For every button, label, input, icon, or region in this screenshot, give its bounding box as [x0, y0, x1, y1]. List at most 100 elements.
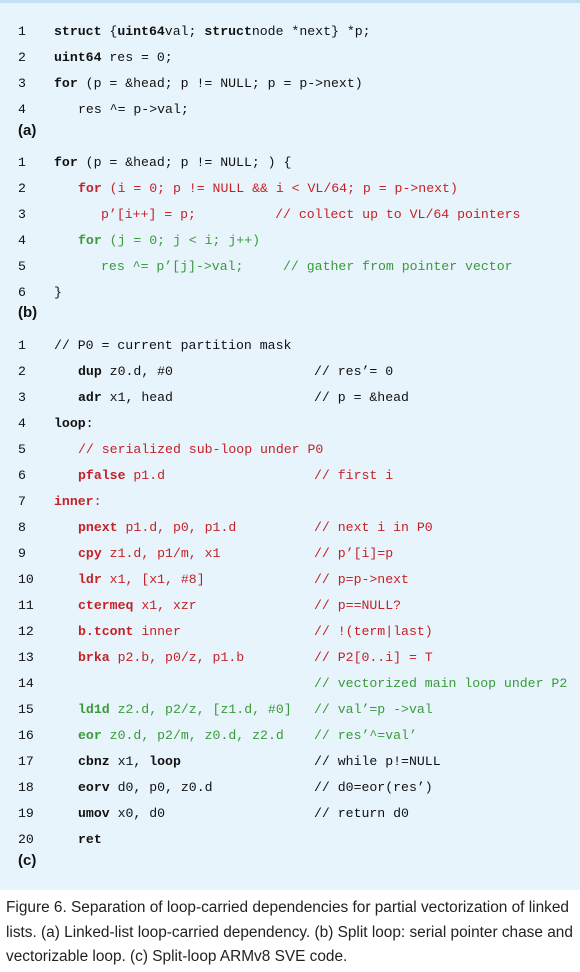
code-keyword: struct	[54, 24, 102, 39]
code-text: loop:	[54, 411, 94, 437]
code-token: z0.d, p2/m, z0.d, z2.d	[101, 728, 284, 743]
line-number: 3	[18, 390, 26, 405]
line-number: 19	[18, 806, 34, 821]
code-line: 16 eor z0.d, p2/m, z0.d, z2.d // res’^=val…	[0, 723, 580, 749]
code-line: 4 res ^= p->val;	[0, 97, 580, 123]
code-token: p’[i++] = p; // collect up to VL/64 poin…	[101, 207, 521, 222]
code-text: pfalse p1.d	[78, 463, 165, 489]
code-token: res ^= p->val;	[78, 102, 189, 117]
code-line: 17 cbnz x1, loop // while p!=NULL	[0, 749, 580, 775]
code-token: }	[54, 285, 62, 300]
line-number: 17	[18, 754, 34, 769]
code-keyword: pnext	[78, 520, 118, 535]
line-number: 2	[18, 50, 26, 65]
line-number: 3	[18, 207, 26, 222]
code-keyword: struct	[204, 24, 252, 39]
code-line: 7 inner:	[0, 489, 580, 515]
code-keyword: inner	[54, 494, 94, 509]
code-keyword: for	[54, 76, 78, 91]
code-keyword: ctermeq	[78, 598, 134, 613]
code-figure-panel: 1 struct {uint64val; structnode *next} *p…	[0, 0, 580, 890]
line-number: 5	[18, 442, 26, 457]
code-text: ctermeq x1, xzr	[78, 593, 197, 619]
code-text: inner:	[54, 489, 102, 515]
code-line: 5 // serialized sub-loop under P0	[0, 437, 580, 463]
code-text: ldr x1, [x1, #8]	[78, 567, 205, 593]
code-line: 6 pfalse p1.d // first i	[0, 463, 580, 489]
code-line: 15 ld1d z2.d, p2/z, [z1.d, #0] // val’=p -…	[0, 697, 580, 723]
code-line: 8 pnext p1.d, p0, p1.d // next i in P0	[0, 515, 580, 541]
code-text: // P0 = current partition mask	[54, 333, 291, 359]
line-number: 8	[18, 520, 26, 535]
code-text: res ^= p->val;	[78, 97, 189, 123]
code-comment: // p = &head	[314, 390, 409, 405]
code-line: 20 ret	[0, 827, 580, 853]
code-token: inner	[133, 624, 181, 639]
code-comment: // p==NULL?	[314, 598, 402, 613]
code-token: {	[101, 24, 118, 39]
code-token: (p = &head; p != NULL; ) {	[77, 155, 292, 170]
code-line: 6}	[0, 280, 580, 306]
line-number: 1	[18, 24, 26, 39]
code-line: 5 res ^= p’[j]->val; // gather from point…	[0, 254, 580, 280]
code-text: struct {uint64val; structnode *next} *p;	[54, 19, 371, 45]
figure-caption: Figure 6. Separation of loop-carried dep…	[6, 899, 573, 965]
line-number: 4	[18, 102, 26, 117]
code-keyword: ld1d	[78, 702, 110, 717]
code-line: 4 loop:	[0, 411, 580, 437]
line-number: 10	[18, 572, 34, 587]
code-comment: // !(term|last)	[314, 624, 433, 639]
code-line: 2 dup z0.d, #0 // res’= 0	[0, 359, 580, 385]
code-token: res = 0;	[101, 50, 173, 65]
code-keyword: pfalse	[78, 468, 126, 483]
code-token: z0.d, #0	[101, 364, 173, 379]
code-token: p1.d	[125, 468, 166, 483]
code-keyword: eor	[78, 728, 102, 743]
code-keyword: loop	[54, 416, 86, 431]
code-token: z2.d, p2/z, [z1.d, #0]	[109, 702, 292, 717]
line-number: 18	[18, 780, 34, 795]
code-text: // serialized sub-loop under P0	[78, 437, 323, 463]
code-line: 4 for (j = 0; j < i; j++)	[0, 228, 580, 254]
line-number: 11	[18, 598, 34, 613]
code-text: eor z0.d, p2/m, z0.d, z2.d	[78, 723, 284, 749]
code-keyword: uint64	[117, 24, 165, 39]
code-line: 1 struct {uint64val; structnode *next} *p…	[0, 19, 580, 45]
code-line: 12 b.tcont inner // !(term|last)	[0, 619, 580, 645]
code-text: for (p = &head; p != NULL; p = p->next)	[54, 71, 363, 97]
line-number: 15	[18, 702, 34, 717]
code-keyword: ldr	[78, 572, 102, 587]
code-text: eorv d0, p0, z0.d	[78, 775, 213, 801]
code-line: 2 for (i = 0; p != NULL && i < VL/64; p =…	[0, 176, 580, 202]
line-number: 1	[18, 338, 26, 353]
code-comment: // p=p->next	[314, 572, 409, 587]
line-number: 6	[18, 468, 26, 483]
code-text: for (p = &head; p != NULL; ) {	[54, 150, 291, 176]
code-token: node *next} *p;	[251, 24, 371, 39]
code-text: }	[54, 280, 62, 306]
line-number: 5	[18, 259, 26, 274]
code-token: x1, head	[101, 390, 173, 405]
line-number: 16	[18, 728, 34, 743]
line-number: 20	[18, 832, 34, 847]
code-keyword: brka	[78, 650, 110, 665]
code-line: 2 uint64 res = 0;	[0, 45, 580, 71]
code-text: dup z0.d, #0	[78, 359, 173, 385]
code-token: x1, [x1, #8]	[101, 572, 205, 587]
code-text: brka p2.b, p0/z, p1.b	[78, 645, 244, 671]
code-line: 1 for (p = &head; p != NULL; ) {	[0, 150, 580, 176]
code-line: 11 ctermeq x1, xzr // p==NULL?	[0, 593, 580, 619]
code-text: pnext p1.d, p0, p1.d	[78, 515, 236, 541]
code-line: 9 cpy z1.d, p1/m, x1 // p’[i]=p	[0, 541, 580, 567]
code-token: z1.d, p1/m, x1	[101, 546, 221, 561]
code-text: ret	[78, 827, 102, 853]
code-line: 3 adr x1, head // p = &head	[0, 385, 580, 411]
code-line: 14 // vectorized main loop under P2	[0, 671, 580, 697]
code-keyword: b.tcont	[78, 624, 134, 639]
code-text: cbnz x1, loop	[78, 749, 181, 775]
code-token: d0, p0, z0.d	[109, 780, 213, 795]
line-number: 4	[18, 233, 26, 248]
label-a: (a)	[18, 122, 37, 139]
code-token: :	[93, 494, 102, 509]
code-keyword: for	[78, 181, 102, 196]
